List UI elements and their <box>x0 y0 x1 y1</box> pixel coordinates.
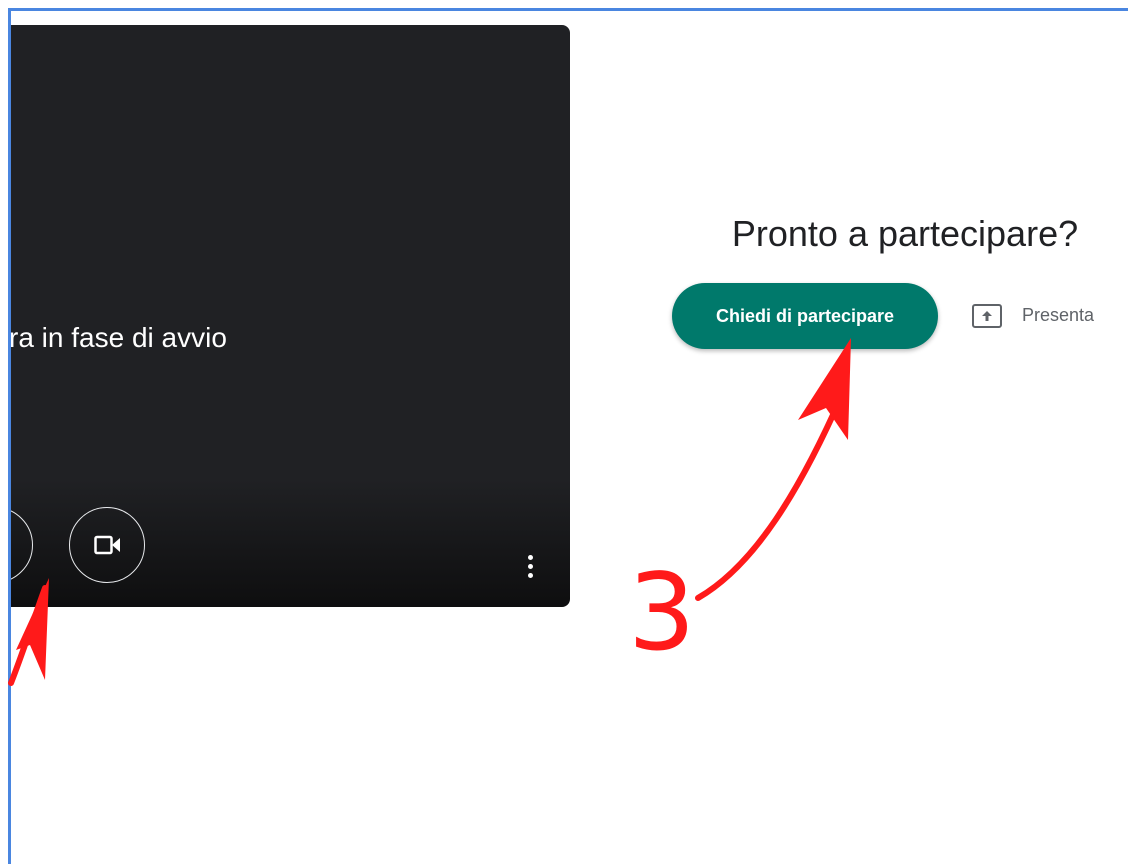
more-vert-dot <box>528 555 533 560</box>
annotation-arrow-3 <box>695 392 845 601</box>
frame-border-top <box>8 8 1128 11</box>
ready-to-join-title: Pronto a partecipare? <box>731 213 1079 254</box>
more-options-button[interactable] <box>519 553 541 583</box>
present-button-label: Presenta <box>1022 305 1095 325</box>
more-vert-dot <box>528 573 533 578</box>
camera-toggle-button[interactable] <box>69 507 145 583</box>
annotation-step-number: 3 <box>628 551 696 674</box>
preview-status-text: ra in fase di avvio <box>11 322 227 353</box>
more-vert-dot <box>528 564 533 569</box>
present-button[interactable]: Presenta <box>972 300 1122 332</box>
video-preview: ra in fase di avvio <box>11 25 570 607</box>
annotation-arrowhead-3 <box>798 338 851 440</box>
microphone-toggle-button[interactable] <box>11 507 33 583</box>
ask-to-join-button[interactable]: Chiedi di partecipare <box>672 283 938 349</box>
video-camera-icon <box>94 535 120 555</box>
present-upload-icon <box>972 304 1002 328</box>
